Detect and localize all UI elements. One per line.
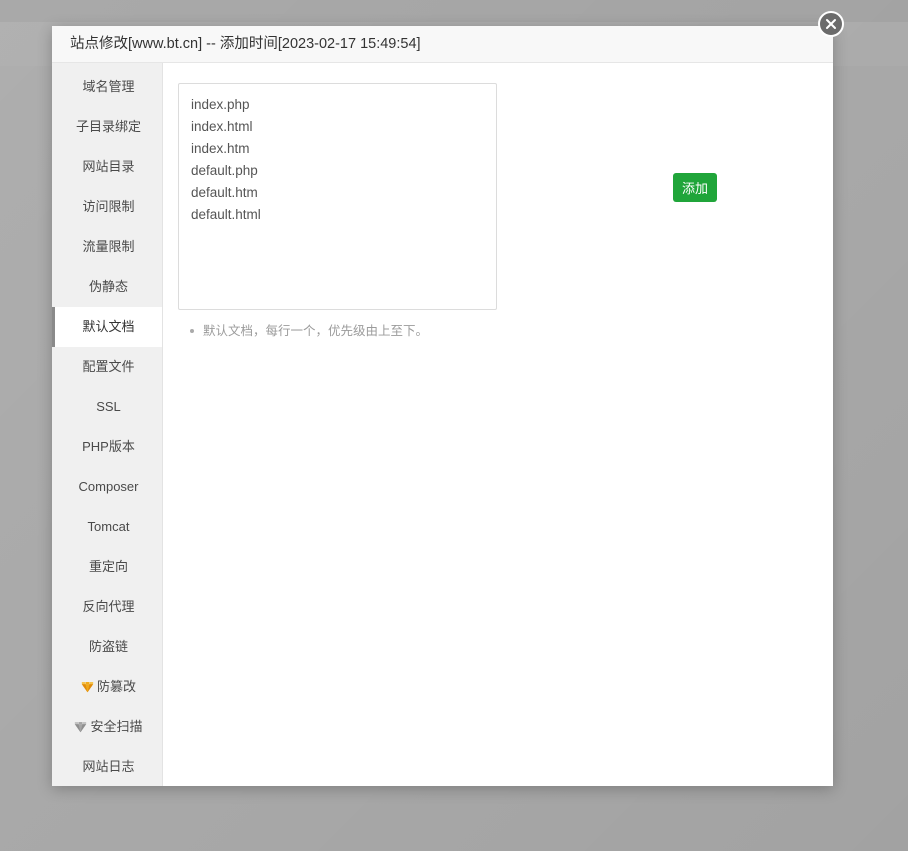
sidebar-item-label: 网站日志	[82, 747, 134, 787]
sidebar-item-2[interactable]: 网站目录	[52, 147, 162, 187]
sidebar-item-label: 防篡改	[97, 667, 136, 707]
default-documents-textarea[interactable]	[178, 83, 497, 310]
settings-content-panel: 添加 默认文档，每行一个，优先级由上至下。	[163, 63, 833, 786]
dialog-title: 站点修改[www.bt.cn] -- 添加时间[2023-02-17 15:49…	[52, 26, 833, 63]
add-button[interactable]: 添加	[673, 173, 717, 202]
sidebar-item-6[interactable]: 默认文档	[52, 307, 162, 347]
sidebar-item-11[interactable]: Tomcat	[52, 507, 162, 547]
sidebar-item-label: SSL	[96, 387, 121, 427]
sidebar-item-label: 防盗链	[89, 627, 128, 667]
sidebar-item-label: 伪静态	[89, 267, 128, 307]
hint-item-0: 默认文档，每行一个，优先级由上至下。	[203, 321, 428, 341]
close-button[interactable]	[818, 11, 844, 37]
sidebar-item-label: 网站目录	[82, 147, 134, 187]
site-settings-dialog: 站点修改[www.bt.cn] -- 添加时间[2023-02-17 15:49…	[52, 26, 833, 786]
sidebar-item-label: 默认文档	[82, 307, 134, 347]
sidebar-item-16[interactable]: 安全扫描	[52, 707, 162, 747]
sidebar-item-label: 重定向	[89, 547, 128, 587]
sidebar-item-3[interactable]: 访问限制	[52, 187, 162, 227]
sidebar-item-label: 访问限制	[82, 187, 134, 227]
sidebar-item-5[interactable]: 伪静态	[52, 267, 162, 307]
close-icon	[820, 13, 842, 35]
sidebar-item-12[interactable]: 重定向	[52, 547, 162, 587]
sidebar-item-label: 子目录绑定	[76, 107, 141, 147]
sidebar-item-label: PHP版本	[82, 427, 135, 467]
sidebar-item-7[interactable]: 配置文件	[52, 347, 162, 387]
sidebar-item-label: 域名管理	[82, 67, 134, 107]
sidebar-item-1[interactable]: 子目录绑定	[52, 107, 162, 147]
sidebar-item-label: 流量限制	[82, 227, 134, 267]
sidebar-item-8[interactable]: SSL	[52, 387, 162, 427]
sidebar-item-label: 反向代理	[82, 587, 134, 627]
sidebar-item-15[interactable]: 防篡改	[52, 667, 162, 707]
sidebar-item-17[interactable]: 网站日志	[52, 747, 162, 787]
sidebar-item-13[interactable]: 反向代理	[52, 587, 162, 627]
sidebar-item-label: 配置文件	[82, 347, 134, 387]
sidebar-item-4[interactable]: 流量限制	[52, 227, 162, 267]
sidebar-item-14[interactable]: 防盗链	[52, 627, 162, 667]
dialog-body: 域名管理子目录绑定网站目录访问限制流量限制伪静态默认文档配置文件SSLPHP版本…	[52, 63, 833, 786]
hint-list: 默认文档，每行一个，优先级由上至下。	[178, 321, 428, 341]
sidebar-item-10[interactable]: Composer	[52, 467, 162, 507]
sidebar-item-label: Tomcat	[88, 507, 130, 547]
sidebar-item-label: 安全扫描	[90, 707, 142, 747]
gem-icon-gray	[74, 720, 87, 733]
sidebar-item-9[interactable]: PHP版本	[52, 427, 162, 467]
sidebar-item-0[interactable]: 域名管理	[52, 67, 162, 107]
sidebar-item-label: Composer	[79, 467, 139, 507]
settings-sidebar: 域名管理子目录绑定网站目录访问限制流量限制伪静态默认文档配置文件SSLPHP版本…	[52, 63, 163, 786]
gem-icon-gold	[81, 680, 94, 693]
